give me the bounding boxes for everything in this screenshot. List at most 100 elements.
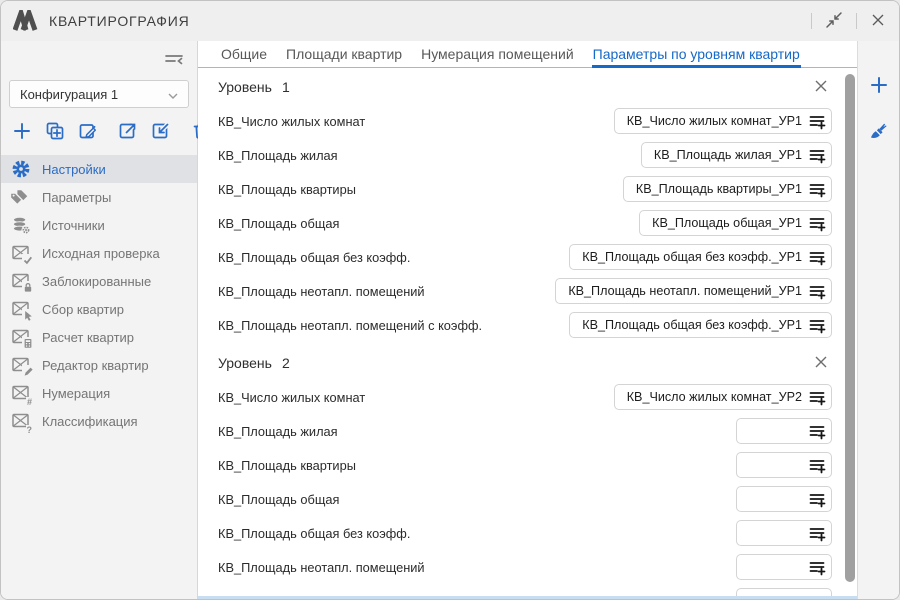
parameter-value-field[interactable] (736, 588, 832, 596)
chevron-down-icon (168, 87, 178, 102)
sidebar-item-apartment-collection[interactable]: Сбор квартир (1, 295, 197, 323)
apartments-lock-icon (11, 271, 31, 291)
close-window-button[interactable] (867, 9, 889, 34)
parameter-row: КВ_Площадь жилая КВ_Площадь жилая_УР1 (218, 138, 832, 172)
parameter-row: КВ_Площадь неотапл. помещений с коэфф. (218, 584, 832, 596)
list-add-icon[interactable] (808, 112, 826, 130)
parameter-value-field[interactable]: КВ_Площадь общая без коэфф._УР1 (569, 312, 832, 338)
add-level-button[interactable] (867, 73, 891, 100)
gear-icon (11, 159, 31, 179)
apartments-check-icon (11, 243, 31, 263)
clear-brush-button[interactable] (866, 118, 892, 147)
list-add-icon[interactable] (808, 558, 826, 576)
restore-window-button[interactable] (822, 8, 846, 35)
list-add-icon[interactable] (808, 524, 826, 542)
parameter-value-field[interactable] (736, 554, 832, 580)
sidebar-item-sources[interactable]: Источники (1, 211, 197, 239)
parameter-value-field[interactable] (736, 418, 832, 444)
tab-room-numbering[interactable]: Нумерация помещений (420, 42, 575, 68)
sidebar-item-classification[interactable]: ? Классификация (1, 407, 197, 435)
lock-badge-icon (22, 281, 34, 294)
titlebar: КВАРТИРОГРАФИЯ (1, 1, 899, 41)
tab-general[interactable]: Общие (220, 42, 268, 68)
sidebar-item-label: Нумерация (42, 386, 110, 401)
sidebar-item-apartment-editor[interactable]: Редактор квартир (1, 351, 197, 379)
list-add-icon[interactable] (808, 422, 826, 440)
collapse-menu-icon (163, 49, 185, 72)
sidebar-item-settings[interactable]: Настройки (1, 155, 197, 183)
parameter-value-field[interactable] (736, 452, 832, 478)
collapse-sidebar-button[interactable] (161, 47, 187, 74)
parameter-value-field[interactable]: КВ_Площадь общая без коэфф._УР1 (569, 244, 832, 270)
list-add-icon[interactable] (808, 388, 826, 406)
list-add-icon[interactable] (808, 592, 826, 596)
app-window: КВАРТИРОГРАФИЯ (0, 0, 900, 600)
list-add-icon[interactable] (808, 248, 826, 266)
level-section-1: Уровень1 КВ_Число жилых комнат КВ_Число … (218, 72, 832, 342)
sidebar-item-label: Заблокированные (42, 274, 151, 289)
sidebar-item-numbering[interactable]: # Нумерация (1, 379, 197, 407)
parameter-value-field[interactable]: КВ_Число жилых комнат_УР2 (614, 384, 832, 410)
sidebar-item-locked[interactable]: Заблокированные (1, 267, 197, 295)
parameter-value: КВ_Площадь неотапл. помещений_УР1 (568, 284, 802, 298)
clear-brush-icon (868, 120, 890, 145)
app-title: КВАРТИРОГРАФИЯ (49, 13, 811, 29)
list-add-icon[interactable] (808, 316, 826, 334)
tab-level-parameters[interactable]: Параметры по уровням квартир (592, 42, 801, 68)
configuration-select-value: Конфигурация 1 (20, 87, 118, 102)
parameter-value: КВ_Число жилых комнат_УР1 (627, 114, 802, 128)
duplicate-configuration-button[interactable] (42, 118, 68, 147)
parameter-value-field[interactable]: КВ_Площадь квартиры_УР1 (623, 176, 832, 202)
close-section-button[interactable] (810, 351, 832, 376)
import-configuration-button[interactable] (148, 118, 174, 147)
list-add-icon[interactable] (808, 490, 826, 508)
parameter-row: КВ_Площадь общая КВ_Площадь общая_УР1 (218, 206, 832, 240)
vertical-scrollbar[interactable] (845, 74, 855, 582)
sidebar-item-initial-check[interactable]: Исходная проверка (1, 239, 197, 267)
parameter-value-field[interactable] (736, 486, 832, 512)
parameter-value: КВ_Площадь общая_УР1 (652, 216, 802, 230)
apartments-pencil-icon (11, 355, 31, 375)
check-badge-icon (22, 254, 34, 266)
parameter-value-field[interactable]: КВ_Площадь общая_УР1 (639, 210, 832, 236)
add-configuration-button[interactable] (9, 118, 35, 147)
sidebar-item-parameters[interactable]: Параметры (1, 183, 197, 211)
sidebar-item-label: Расчет квартир (42, 330, 134, 345)
parameter-label: КВ_Площадь неотапл. помещений с коэфф. (218, 594, 482, 597)
export-configuration-button[interactable] (115, 118, 141, 147)
main-panel: Общие Площади квартир Нумерация помещени… (198, 41, 857, 599)
list-add-icon[interactable] (808, 180, 826, 198)
parameter-row: КВ_Площадь неотапл. помещений (218, 550, 832, 584)
parameter-row: КВ_Площадь квартиры (218, 448, 832, 482)
list-add-icon[interactable] (808, 214, 826, 232)
parameter-value-field[interactable]: КВ_Площадь неотапл. помещений_УР1 (555, 278, 832, 304)
calculator-badge-icon (22, 337, 34, 350)
scrollbar-thumb[interactable] (845, 74, 855, 582)
configuration-select[interactable]: Конфигурация 1 (9, 80, 189, 108)
close-section-button[interactable] (810, 75, 832, 100)
parameter-label: КВ_Площадь жилая (218, 424, 338, 439)
parameter-row: КВ_Число жилых комнат КВ_Число жилых ком… (218, 380, 832, 414)
tab-apartment-areas[interactable]: Площади квартир (285, 42, 403, 68)
tags-icon (11, 187, 31, 207)
parameter-value-field[interactable] (736, 520, 832, 546)
parameter-row: КВ_Площадь неотапл. помещений с коэфф. К… (218, 308, 832, 342)
right-toolbar (857, 41, 899, 599)
edit-configuration-button[interactable] (75, 118, 101, 147)
titlebar-divider (811, 13, 812, 29)
parameter-value-field[interactable]: КВ_Площадь жилая_УР1 (641, 142, 832, 168)
restore-down-icon (824, 10, 844, 33)
parameter-label: КВ_Число жилых комнат (218, 390, 365, 405)
configuration-toolbar (1, 116, 197, 155)
database-gear-icon (11, 215, 31, 235)
list-add-icon[interactable] (808, 456, 826, 474)
level-section-2: Уровень2 КВ_Число жилых комнат КВ_Число … (218, 348, 832, 596)
parameter-label: КВ_Число жилых комнат (218, 114, 365, 129)
sidebar-item-apartment-calculation[interactable]: Расчет квартир (1, 323, 197, 351)
list-add-icon[interactable] (808, 146, 826, 164)
parameter-value-field[interactable]: КВ_Число жилых комнат_УР1 (614, 108, 832, 134)
parameter-label: КВ_Площадь неотапл. помещений с коэфф. (218, 318, 482, 333)
list-add-icon[interactable] (808, 282, 826, 300)
parameter-label: КВ_Площадь неотапл. помещений (218, 284, 425, 299)
sidebar-menu: Настройки Параметры (1, 155, 197, 435)
